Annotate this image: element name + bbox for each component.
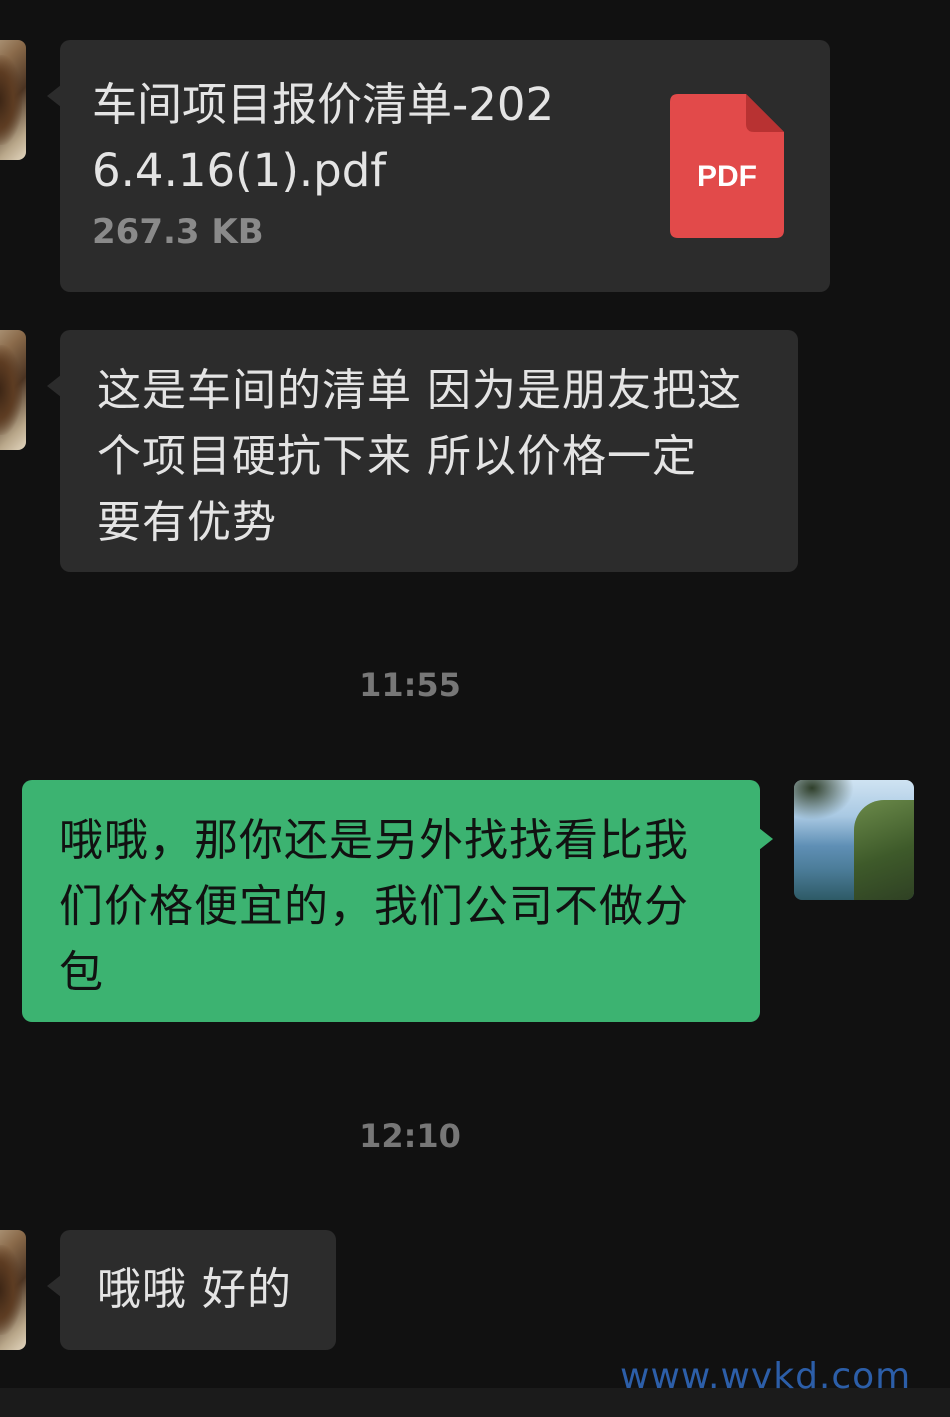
message-line: 这是车间的清单 因为是朋友把这 [97,365,742,416]
message-line: 哦哦 好的 [97,1264,292,1315]
message-text: 哦哦 好的 [97,1257,292,1323]
message-line: 包 [59,947,104,998]
outgoing-message-bubble[interactable]: 哦哦，那你还是另外找找看比我 们价格便宜的，我们公司不做分 包 [22,780,773,1022]
pdf-icon-label: PDF [697,160,757,193]
file-name: 车间项目报价清单-2026.4.16(1).pdf [92,78,555,197]
message-timestamp: 12:10 [359,1117,461,1155]
message-line: 哦哦，那你还是另外找找看比我 [59,815,689,866]
message-line: 们价格便宜的，我们公司不做分 [59,881,689,932]
incoming-message-bubble[interactable]: 哦哦 好的 [47,1230,336,1350]
file-size: 267.3 KB [92,212,264,252]
contact-avatar[interactable] [0,40,26,160]
file-message-bubble[interactable]: .bubble-in.b1::before{} 车间项目报价清单-2026.4.… [47,40,830,292]
contact-avatar[interactable] [0,330,26,450]
message-line: 要有优势 [97,497,277,548]
my-avatar[interactable] [794,780,914,900]
message-timestamp: 11:55 [359,666,461,704]
incoming-message-bubble[interactable]: 这是车间的清单 因为是朋友把这 个项目硬抗下来 所以价格一定 要有优势 [47,330,798,572]
message-text: 哦哦，那你还是另外找找看比我 们价格便宜的，我们公司不做分 包 [59,808,689,1006]
message-line: 个项目硬抗下来 所以价格一定 [97,431,697,482]
watermark: www.wvkd.com [620,1356,912,1397]
contact-avatar[interactable] [0,1230,26,1350]
message-text: 这是车间的清单 因为是朋友把这 个项目硬抗下来 所以价格一定 要有优势 [97,358,742,556]
pdf-file-icon: PDF [670,94,784,238]
